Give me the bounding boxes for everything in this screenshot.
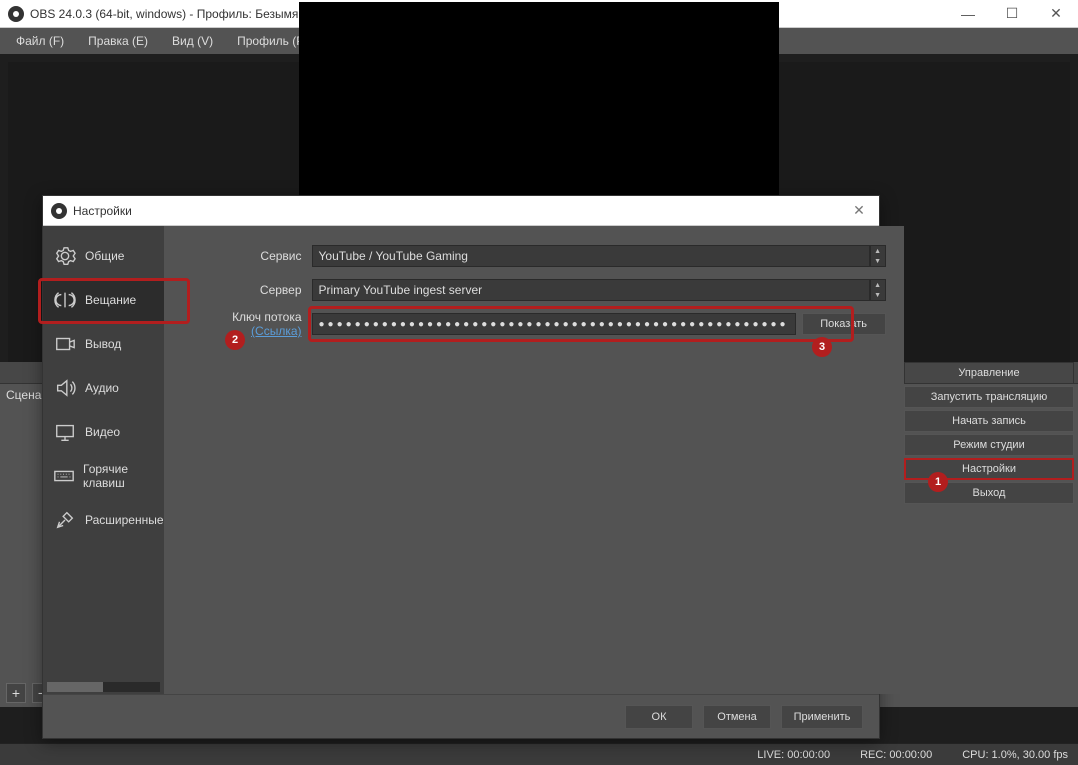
minimize-button[interactable]: — — [946, 0, 990, 28]
monitor-icon — [53, 420, 77, 444]
menu-file[interactable]: Файл (F) — [4, 28, 76, 54]
maximize-button[interactable]: ☐ — [990, 0, 1034, 28]
dialog-title: Настройки — [73, 204, 132, 218]
sidebar-label: Аудио — [85, 381, 119, 395]
server-stepper[interactable]: ▲▼ — [870, 279, 886, 301]
cancel-button[interactable]: Отмена — [703, 705, 771, 729]
sidebar-item-stream[interactable]: Вещание — [43, 278, 164, 322]
window-controls: — ☐ ✕ — [946, 0, 1078, 28]
sidebar-item-hotkeys[interactable]: Горячие клавиш — [43, 454, 164, 498]
sidebar-scrollbar[interactable] — [47, 682, 160, 692]
status-live: LIVE: 00:00:00 — [757, 749, 830, 761]
settings-dialog: Настройки ✕ Общие Вещание Вывод Аудио — [42, 195, 880, 739]
sidebar-item-video[interactable]: Видео — [43, 410, 164, 454]
dialog-body: Общие Вещание Вывод Аудио Видео Горячие … — [43, 226, 879, 694]
callout-2: 2 — [225, 330, 245, 350]
streamkey-input[interactable]: ●●●●●●●●●●●●●●●●●●●●●●●●●●●●●●●●●●●●●●●●… — [312, 313, 796, 335]
gear-icon — [53, 244, 77, 268]
callout-3: 3 — [812, 337, 832, 357]
sidebar-label: Вывод — [85, 337, 121, 351]
tools-icon — [53, 508, 77, 532]
dialog-buttons: ОК Отмена Применить — [43, 694, 879, 738]
status-bar: LIVE: 00:00:00 REC: 00:00:00 CPU: 1.0%, … — [0, 743, 1078, 765]
dialog-close-button[interactable]: ✕ — [839, 202, 879, 219]
server-label: Сервер — [182, 283, 312, 297]
sidebar-item-audio[interactable]: Аудио — [43, 366, 164, 410]
sidebar-item-general[interactable]: Общие — [43, 234, 164, 278]
close-button[interactable]: ✕ — [1034, 0, 1078, 28]
service-stepper[interactable]: ▲▼ — [870, 245, 886, 267]
server-row: Сервер Primary YouTube ingest server ▲▼ — [182, 278, 886, 302]
sidebar-label: Расширенные — [85, 513, 164, 527]
server-value: Primary YouTube ingest server — [319, 283, 483, 297]
sidebar-label: Общие — [85, 249, 124, 263]
service-value: YouTube / YouTube Gaming — [319, 249, 468, 263]
service-label: Сервис — [182, 249, 312, 263]
dialog-logo-icon — [51, 203, 67, 219]
callout-1: 1 — [928, 472, 948, 492]
service-combo[interactable]: YouTube / YouTube Gaming — [312, 245, 870, 267]
sidebar-label: Видео — [85, 425, 120, 439]
sidebar-item-output[interactable]: Вывод — [43, 322, 164, 366]
ok-button[interactable]: ОК — [625, 705, 693, 729]
streamkey-label: Ключ потока (Ссылка) — [182, 310, 312, 338]
app-logo-icon — [8, 6, 24, 22]
start-stream-button[interactable]: Запустить трансляцию — [904, 386, 1074, 408]
menu-edit[interactable]: Правка (E) — [76, 28, 160, 54]
service-row: Сервис YouTube / YouTube Gaming ▲▼ — [182, 244, 886, 268]
output-icon — [53, 332, 77, 356]
server-combo[interactable]: Primary YouTube ingest server — [312, 279, 870, 301]
sidebar-label: Вещание — [85, 293, 136, 307]
studio-mode-button[interactable]: Режим студии — [904, 434, 1074, 456]
antenna-icon — [53, 288, 77, 312]
streamkey-link[interactable]: (Ссылка) — [251, 324, 301, 338]
apply-button[interactable]: Применить — [781, 705, 863, 729]
status-cpu: CPU: 1.0%, 30.00 fps — [962, 749, 1068, 761]
keyboard-icon — [53, 464, 75, 488]
audio-icon — [53, 376, 77, 400]
controls-header: Управление — [904, 362, 1074, 384]
sidebar-label: Горячие клавиш — [83, 462, 164, 490]
streamkey-row: Ключ потока (Ссылка) ●●●●●●●●●●●●●●●●●●●… — [182, 312, 886, 336]
start-record-button[interactable]: Начать запись — [904, 410, 1074, 432]
status-rec: REC: 00:00:00 — [860, 749, 932, 761]
show-key-button[interactable]: Показать — [802, 313, 886, 335]
add-scene-button[interactable]: + — [6, 683, 26, 703]
dialog-titlebar: Настройки ✕ — [43, 196, 879, 226]
menu-view[interactable]: Вид (V) — [160, 28, 225, 54]
sidebar-item-advanced[interactable]: Расширенные — [43, 498, 164, 542]
dialog-sidebar: Общие Вещание Вывод Аудио Видео Горячие … — [43, 226, 164, 694]
dialog-form: Сервис YouTube / YouTube Gaming ▲▼ Серве… — [164, 226, 904, 694]
